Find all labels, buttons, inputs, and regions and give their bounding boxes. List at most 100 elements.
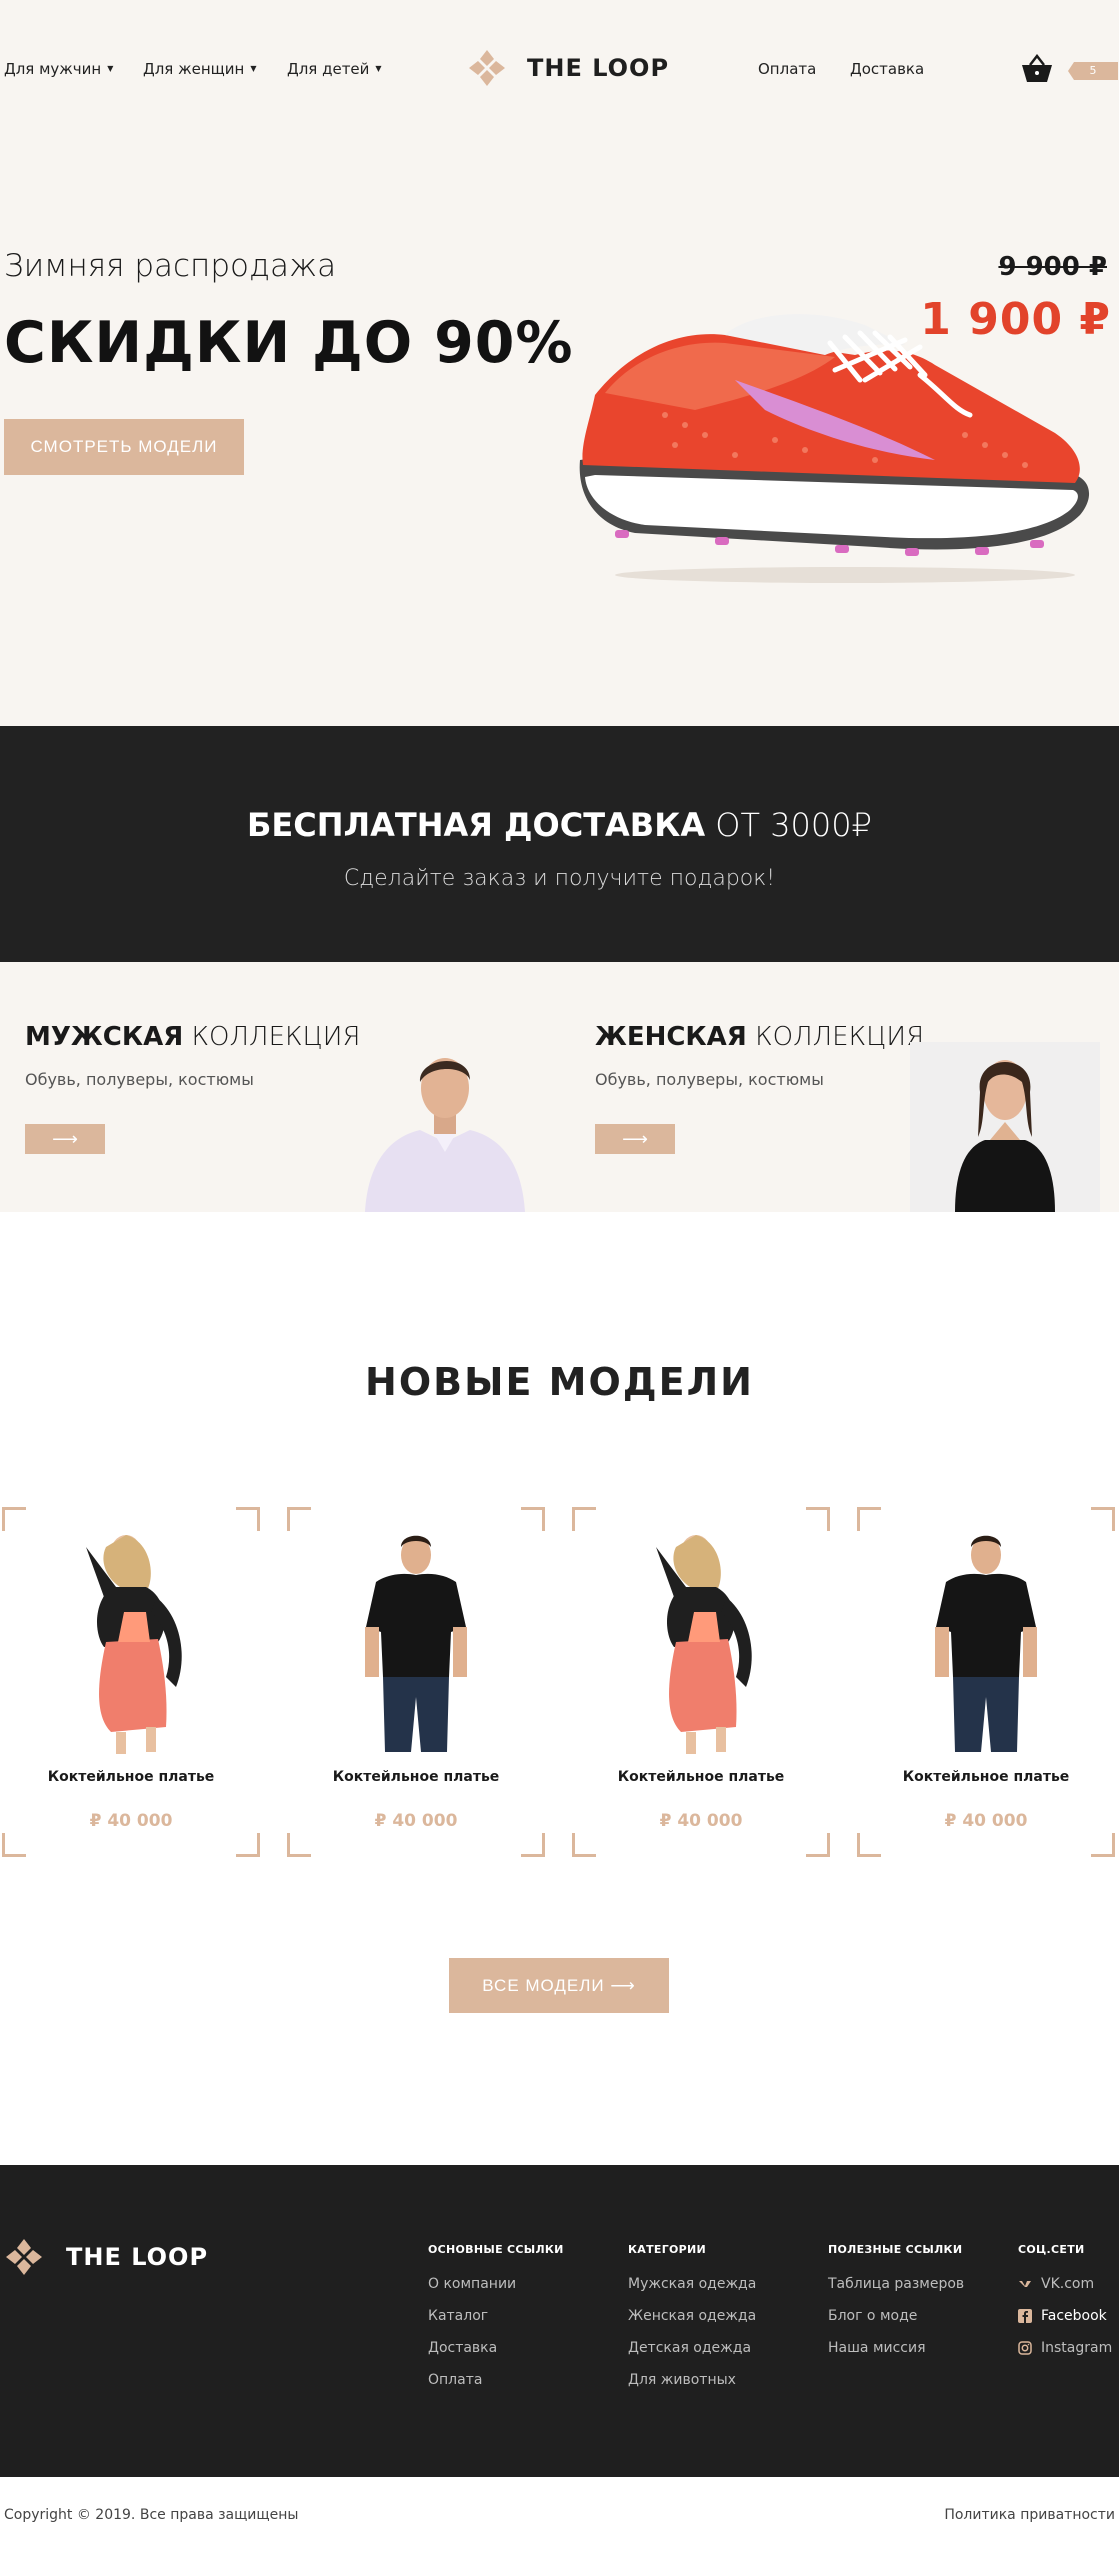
footer-link[interactable]: О компании bbox=[428, 2276, 564, 2292]
men-collection[interactable]: МУЖСКАЯ КОЛЛЕКЦИЯ Обувь, полуверы, костю… bbox=[0, 962, 560, 1212]
footer-link[interactable]: Оплата bbox=[428, 2372, 564, 2388]
corner-decoration bbox=[2, 1507, 26, 1531]
caret-down-icon: ▼ bbox=[107, 64, 114, 73]
footer-logo-text: THE LOOP bbox=[66, 2243, 209, 2271]
corner-decoration bbox=[287, 1507, 311, 1531]
hero-subtitle: Зимняя распродажа bbox=[4, 248, 337, 284]
caret-down-icon: ▼ bbox=[375, 64, 382, 73]
collection-title-light: КОЛЛЕКЦИЯ bbox=[191, 1022, 361, 1052]
site-footer: THE LOOP ОСНОВНЫЕ ССЫЛКИ О компании Ката… bbox=[0, 2165, 1119, 2477]
corner-decoration bbox=[1091, 1833, 1115, 1857]
instagram-icon bbox=[1018, 2341, 1032, 2355]
nav-delivery[interactable]: Доставка bbox=[850, 60, 924, 78]
collection-title-bold: ЖЕНСКАЯ bbox=[595, 1022, 747, 1052]
logo-flower-icon bbox=[6, 2239, 42, 2275]
women-collection-arrow-button[interactable]: ⟶ bbox=[595, 1124, 675, 1154]
product-card[interactable]: Коктейльное платье ₽ 40 000 bbox=[572, 1507, 830, 1857]
collection-title: МУЖСКАЯ КОЛЛЕКЦИЯ bbox=[25, 1022, 360, 1052]
hero-section: Зимняя распродажа СКИДКИ ДО 90% СМОТРЕТЬ… bbox=[0, 140, 1119, 726]
footer-link[interactable]: Каталог bbox=[428, 2308, 564, 2324]
product-name: Коктейльное платье bbox=[332, 1769, 500, 1785]
footer-link[interactable]: Для животных bbox=[628, 2372, 756, 2388]
product-price: ₽ 40 000 bbox=[89, 1811, 173, 1831]
product-name: Коктейльное платье bbox=[47, 1769, 215, 1785]
tshirt-model-image bbox=[365, 1535, 467, 1752]
collection-subtitle: Обувь, полуверы, костюмы bbox=[25, 1070, 254, 1089]
nav-kids-label: Для детей bbox=[287, 60, 370, 78]
privacy-policy-link[interactable]: Политика приватности bbox=[944, 2507, 1115, 2523]
cart-count-badge: 5 bbox=[1068, 62, 1118, 80]
footer-link[interactable]: Блог о моде bbox=[828, 2308, 964, 2324]
tshirt-model-image bbox=[935, 1535, 1037, 1752]
collection-title-bold: МУЖСКАЯ bbox=[25, 1022, 184, 1052]
footer-link[interactable]: Детская одежда bbox=[628, 2340, 756, 2356]
product-card[interactable]: Коктейльное платье ₽ 40 000 bbox=[857, 1507, 1115, 1857]
corner-decoration bbox=[806, 1507, 830, 1531]
nav-men[interactable]: Для мужчин ▼ bbox=[4, 60, 113, 78]
product-card[interactable]: Коктейльное платье ₽ 40 000 bbox=[2, 1507, 260, 1857]
social-link-label: Facebook bbox=[1041, 2308, 1107, 2324]
footer-link[interactable]: Женская одежда bbox=[628, 2308, 756, 2324]
footer-link[interactable]: Мужская одежда bbox=[628, 2276, 756, 2292]
corner-decoration bbox=[1091, 1507, 1115, 1531]
product-price: ₽ 40 000 bbox=[944, 1811, 1028, 1831]
footer-column-title: ОСНОВНЫЕ ССЫЛКИ bbox=[428, 2243, 564, 2256]
corner-decoration bbox=[521, 1833, 545, 1857]
free-delivery-banner: БЕСПЛАТНАЯ ДОСТАВКА ОТ 3000₽ Сделайте за… bbox=[0, 726, 1119, 962]
men-collection-arrow-button[interactable]: ⟶ bbox=[25, 1124, 105, 1154]
banner-title-bold: БЕСПЛАТНАЯ ДОСТАВКА bbox=[247, 806, 706, 844]
nav-payment[interactable]: Оплата bbox=[758, 60, 816, 78]
footer-column-main-links: ОСНОВНЫЕ ССЫЛКИ О компании Каталог Доста… bbox=[428, 2243, 564, 2404]
footer-link[interactable]: Доставка bbox=[428, 2340, 564, 2356]
site-header: Для мужчин ▼ Для женщин ▼ Для детей ▼ THE L… bbox=[0, 0, 1119, 140]
new-models-title: НОВЫЕ МОДЕЛИ bbox=[365, 1360, 754, 1404]
footer-link[interactable]: Таблица размеров bbox=[828, 2276, 964, 2292]
footer-logo[interactable]: THE LOOP bbox=[4, 2237, 208, 2277]
logo[interactable]: THE LOOP bbox=[467, 48, 669, 88]
facebook-icon bbox=[1018, 2309, 1032, 2323]
collection-title-light: КОЛЛЕКЦИЯ bbox=[755, 1022, 925, 1052]
man-model-image bbox=[365, 1058, 525, 1212]
corner-decoration bbox=[236, 1507, 260, 1531]
caret-down-icon: ▼ bbox=[250, 64, 257, 73]
corner-decoration bbox=[857, 1507, 881, 1531]
corner-decoration bbox=[2, 1833, 26, 1857]
all-models-button[interactable]: ВСЕ МОДЕЛИ ⟶ bbox=[449, 1958, 669, 2013]
dress-model-image bbox=[656, 1535, 752, 1754]
banner-title-light: ОТ 3000₽ bbox=[715, 806, 872, 844]
nav-women[interactable]: Для женщин ▼ bbox=[143, 60, 257, 78]
footer-link[interactable]: Наша миссия bbox=[828, 2340, 964, 2356]
collections-section: МУЖСКАЯ КОЛЛЕКЦИЯ Обувь, полуверы, костю… bbox=[0, 962, 1119, 1212]
collection-subtitle: Обувь, полуверы, костюмы bbox=[595, 1070, 824, 1089]
corner-decoration bbox=[806, 1833, 830, 1857]
banner-title: БЕСПЛАТНАЯ ДОСТАВКА ОТ 3000₽ bbox=[0, 806, 1119, 844]
social-link-facebook[interactable]: Facebook bbox=[1018, 2308, 1112, 2324]
banner-subtitle: Сделайте заказ и получите подарок! bbox=[343, 866, 776, 891]
product-name: Коктейльное платье bbox=[617, 1769, 785, 1785]
social-link-instagram[interactable]: Instagram bbox=[1018, 2340, 1112, 2356]
logo-text: THE LOOP bbox=[527, 54, 670, 82]
old-price: 9 900 ₽ bbox=[998, 252, 1107, 282]
nav-women-label: Для женщин bbox=[143, 60, 245, 78]
woman-model-image bbox=[910, 1042, 1100, 1212]
cart-icon[interactable] bbox=[1020, 54, 1054, 84]
footer-column-title: СОЦ.СЕТИ bbox=[1018, 2243, 1085, 2256]
corner-decoration bbox=[236, 1833, 260, 1857]
nav-kids[interactable]: Для детей ▼ bbox=[287, 60, 382, 78]
corner-decoration bbox=[521, 1507, 545, 1531]
product-name: Коктейльное платье bbox=[902, 1769, 1070, 1785]
sneaker-image bbox=[579, 314, 1090, 583]
vk-icon bbox=[1019, 2281, 1031, 2287]
view-models-button[interactable]: СМОТРЕТЬ МОДЕЛИ bbox=[4, 419, 244, 475]
product-card[interactable]: Коктейльное платье ₽ 40 000 bbox=[287, 1507, 545, 1857]
women-collection[interactable]: ЖЕНСКАЯ КОЛЛЕКЦИЯ Обувь, полуверы, костю… bbox=[570, 962, 1119, 1212]
hero-title: СКИДКИ ДО 90% bbox=[4, 310, 574, 376]
social-link-label: Instagram bbox=[1041, 2340, 1113, 2356]
dress-model-image bbox=[86, 1535, 182, 1754]
footer-column-social: СОЦ.СЕТИ VK.com Facebook Instagram bbox=[1018, 2243, 1112, 2372]
social-link-vk[interactable]: VK.com bbox=[1018, 2276, 1112, 2292]
footer-column-title: КАТЕГОРИИ bbox=[628, 2243, 707, 2256]
collection-title: ЖЕНСКАЯ КОЛЛЕКЦИЯ bbox=[595, 1022, 924, 1052]
logo-flower-icon bbox=[469, 50, 505, 86]
footer-column-categories: КАТЕГОРИИ Мужская одежда Женская одежда … bbox=[628, 2243, 756, 2404]
